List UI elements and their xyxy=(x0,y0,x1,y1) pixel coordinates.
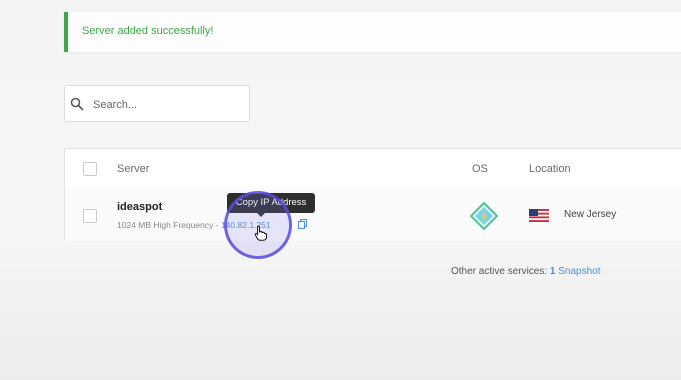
os-logo-icon xyxy=(470,202,498,230)
server-name-link[interactable]: ideaspot xyxy=(117,201,162,213)
copy-icon[interactable] xyxy=(298,219,307,229)
server-plan: 1024 MB High Frequency - xyxy=(117,220,221,230)
snapshot-link[interactable]: Snapshot xyxy=(558,266,600,277)
alert-message: Server added successfully! xyxy=(82,25,214,37)
other-active-services: Other active services: 1 Snapshot xyxy=(451,266,601,277)
search-box[interactable] xyxy=(64,85,250,122)
column-header-location: Location xyxy=(529,163,571,175)
us-flag-icon xyxy=(529,209,549,222)
search-input[interactable] xyxy=(91,95,245,115)
search-icon xyxy=(70,97,84,111)
row-checkbox[interactable] xyxy=(83,209,97,223)
select-all-checkbox[interactable] xyxy=(83,162,97,176)
hand-cursor-icon xyxy=(254,225,268,241)
table-row[interactable]: ideaspot 1024 MB High Frequency - 140.82… xyxy=(65,189,681,241)
server-location: New Jersey xyxy=(564,209,617,220)
column-header-server: Server xyxy=(117,163,150,175)
success-alert: Server added successfully! xyxy=(64,12,681,52)
column-header-os: OS xyxy=(472,163,488,175)
services-count[interactable]: 1 xyxy=(550,266,556,277)
table-header: Server OS Location xyxy=(65,149,681,190)
servers-table: Server OS Location ideaspot 1024 MB High… xyxy=(64,148,681,241)
other-services-label: Other active services: xyxy=(451,266,550,277)
